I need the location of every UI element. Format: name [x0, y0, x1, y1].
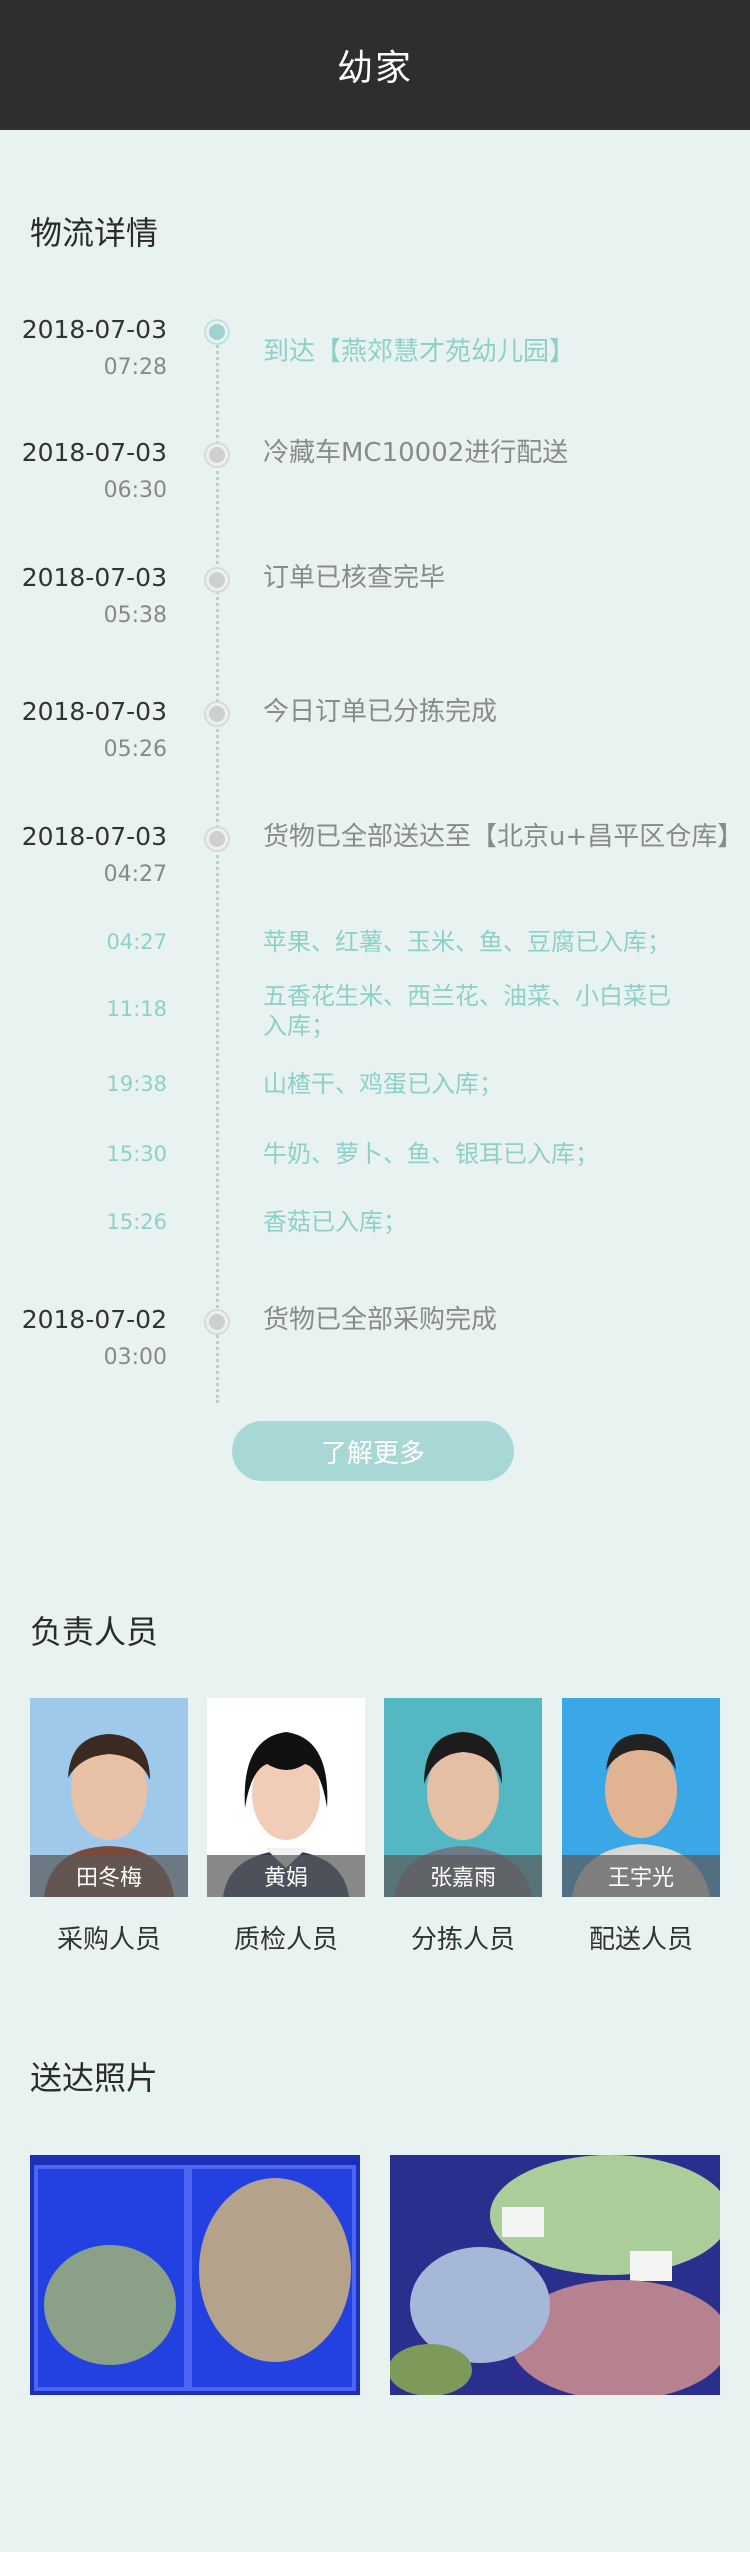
- event-date: 2018-07-03: [21, 822, 167, 851]
- timeline-dot-icon: [206, 569, 228, 591]
- staff-card[interactable]: 王宇光 配送人员: [562, 1698, 720, 1956]
- event-text: 货物已全部采购完成: [263, 1305, 498, 1335]
- staff-role: 采购人员: [56, 1925, 161, 1955]
- delivery-photo-list: [30, 2155, 720, 2395]
- sub-event-text: 香菇已入库；: [263, 1208, 407, 1236]
- sub-event-text: 五香花生米、西兰花、油菜、小白菜已入库；: [263, 982, 671, 1040]
- staff-role: 配送人员: [588, 1925, 693, 1955]
- sub-event-time: 15:26: [106, 1210, 167, 1234]
- learn-more-button[interactable]: 了解更多: [232, 1421, 514, 1481]
- delivery-photo[interactable]: [30, 2155, 360, 2395]
- delivery-photos-section-title: 送达照片: [30, 2059, 159, 2097]
- staff-photo: 田冬梅: [30, 1698, 188, 1897]
- app-header: 幼家: [0, 0, 750, 130]
- timeline-dot-icon: [206, 703, 228, 725]
- event-time: 06:30: [103, 478, 167, 503]
- staff-card[interactable]: 田冬梅 采购人员: [30, 1698, 188, 1956]
- staff-photo: 张嘉雨: [384, 1698, 542, 1897]
- delivery-photo[interactable]: [390, 2155, 720, 2395]
- timeline-dot-icon: [206, 444, 228, 466]
- sub-event-time: 11:18: [106, 997, 167, 1021]
- event-text: 今日订单已分拣完成: [263, 697, 498, 727]
- event-time: 05:26: [103, 737, 167, 762]
- staff-card[interactable]: 张嘉雨 分拣人员: [384, 1698, 542, 1956]
- event-date: 2018-07-03: [21, 438, 167, 467]
- event-date: 2018-07-03: [21, 563, 167, 592]
- sub-event-time: 15:30: [106, 1142, 167, 1166]
- event-date: 2018-07-02: [21, 1305, 167, 1334]
- sub-event-time: 19:38: [106, 1072, 167, 1096]
- timeline-dot-icon: [206, 321, 228, 343]
- sub-event-text: 牛奶、萝卜、鱼、银耳已入库；: [263, 1140, 599, 1168]
- staff-name: 王宇光: [562, 1855, 720, 1897]
- sub-event-text: 山楂干、鸡蛋已入库；: [263, 1070, 503, 1098]
- staff-photo: 黄娟: [207, 1698, 365, 1897]
- event-text: 货物已全部送达至【北京u+昌平区仓库】: [263, 822, 744, 852]
- logistics-timeline: 2018-07-03 07:28 到达【燕郊慧才苑幼儿园】 2018-07-03…: [0, 300, 750, 1403]
- event-text: 到达【燕郊慧才苑幼儿园】: [263, 337, 576, 367]
- event-text: 冷藏车MC10002进行配送: [263, 438, 569, 468]
- event-date: 2018-07-03: [21, 697, 167, 726]
- staff-name: 张嘉雨: [384, 1855, 542, 1897]
- produce-photo-image: [390, 2155, 720, 2395]
- event-time: 03:00: [103, 1345, 167, 1370]
- staff-role: 分拣人员: [410, 1925, 515, 1955]
- timeline-dot-icon: [206, 1311, 228, 1333]
- staff-role: 质检人员: [233, 1925, 338, 1955]
- app-title: 幼家: [336, 48, 413, 89]
- timeline-dot-icon: [206, 828, 228, 850]
- event-time: 04:27: [103, 862, 167, 887]
- staff-photo: 王宇光: [562, 1698, 720, 1897]
- produce-photo-image: [30, 2155, 360, 2395]
- event-time: 07:28: [103, 355, 167, 380]
- logistics-section-title: 物流详情: [30, 214, 159, 252]
- sub-event-text: 苹果、红薯、玉米、鱼、豆腐已入库；: [263, 928, 671, 956]
- staff-section-title: 负责人员: [30, 1613, 159, 1651]
- event-date: 2018-07-03: [21, 315, 167, 344]
- staff-name: 黄娟: [207, 1855, 365, 1897]
- event-text: 订单已核查完毕: [263, 563, 446, 593]
- staff-card[interactable]: 黄娟 质检人员: [207, 1698, 365, 1956]
- sub-event-time: 04:27: [106, 930, 167, 954]
- staff-list: 田冬梅 采购人员 黄娟 质检人员 张嘉雨 分拣人员 王宇光 配送人员: [30, 1698, 720, 1968]
- staff-name: 田冬梅: [30, 1855, 188, 1897]
- event-time: 05:38: [103, 603, 167, 628]
- timeline-line: [216, 328, 219, 1403]
